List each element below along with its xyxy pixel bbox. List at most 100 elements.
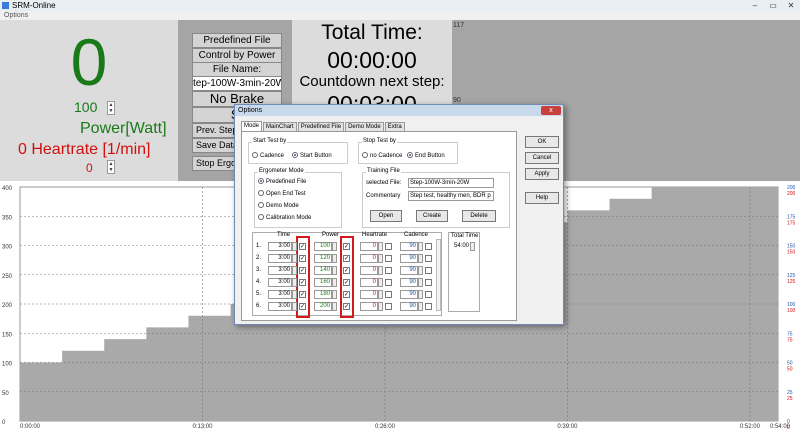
heartrate-cell[interactable]: 0	[360, 290, 378, 299]
time-checkbox[interactable]: ✓	[299, 291, 306, 298]
mode-predefined-file-radio[interactable]: Predefined File	[258, 178, 306, 186]
prev-step-button[interactable]: Prev. Step	[192, 123, 237, 138]
time-cell[interactable]: 3:00	[268, 302, 292, 311]
power-cell[interactable]: 160	[314, 278, 332, 287]
apply-button[interactable]: Apply	[525, 168, 559, 180]
mode-open-end-radio[interactable]: Open End Test	[258, 190, 306, 198]
open-file-button[interactable]: Open	[370, 210, 402, 222]
mode-calibration-radio[interactable]: Calibration Mode	[258, 214, 311, 222]
heartrate-spinner[interactable]	[378, 302, 383, 311]
stop-end-button-radio[interactable]: End Button	[407, 152, 445, 160]
cadence-cell[interactable]: 90	[400, 278, 418, 287]
time-checkbox[interactable]: ✓	[299, 267, 306, 274]
heartrate-checkbox[interactable]	[385, 291, 392, 298]
heartrate-cell[interactable]: 0	[360, 278, 378, 287]
power-cell[interactable]: 200	[314, 302, 332, 311]
power-spinner[interactable]	[332, 302, 337, 311]
power-spinner[interactable]	[332, 242, 337, 251]
power-cell[interactable]: 140	[314, 266, 332, 275]
heartrate-cell[interactable]: 0	[360, 266, 378, 275]
heartrate-spinner[interactable]	[378, 290, 383, 299]
minimize-icon[interactable]: –	[746, 0, 764, 11]
power-spinner[interactable]	[332, 278, 337, 287]
cadence-checkbox[interactable]	[425, 255, 432, 262]
time-checkbox[interactable]: ✓	[299, 243, 306, 250]
power-spinner[interactable]	[332, 266, 337, 275]
heartrate-checkbox[interactable]	[385, 255, 392, 262]
heartrate-checkbox[interactable]	[385, 279, 392, 286]
heartrate-checkbox[interactable]	[385, 243, 392, 250]
tab-predefined-file[interactable]: Predefined File	[297, 122, 345, 131]
predefined-file-button[interactable]: Predefined File	[192, 33, 282, 48]
heartrate-cell[interactable]: 0	[360, 242, 378, 251]
heartrate-checkbox[interactable]	[385, 267, 392, 274]
tab-mainchart[interactable]: MainChart	[263, 122, 297, 131]
time-spinner[interactable]	[292, 278, 297, 287]
tab-demo-mode[interactable]: Demo Mode	[345, 122, 384, 131]
cadence-spinner[interactable]	[418, 302, 423, 311]
cadence-cell[interactable]: 90	[400, 266, 418, 275]
power-checkbox[interactable]: ✓	[343, 279, 350, 286]
cadence-spinner[interactable]	[418, 290, 423, 299]
close-icon[interactable]: ✕	[782, 0, 800, 11]
cadence-spinner[interactable]	[418, 278, 423, 287]
time-cell[interactable]: 3:00	[268, 242, 292, 251]
power-spinner[interactable]	[332, 254, 337, 263]
time-checkbox[interactable]: ✓	[299, 303, 306, 310]
heartrate-spinner[interactable]	[378, 278, 383, 287]
power-checkbox[interactable]: ✓	[343, 243, 350, 250]
time-cell[interactable]: 3:00	[268, 278, 292, 287]
delete-file-button[interactable]: Delete	[462, 210, 496, 222]
power-cell[interactable]: 120	[314, 254, 332, 263]
power-spinner[interactable]	[332, 290, 337, 299]
time-spinner[interactable]	[292, 254, 297, 263]
time-cell[interactable]: 3:00	[268, 290, 292, 299]
cancel-button[interactable]: Cancel	[525, 152, 559, 164]
heartrate-spinner[interactable]	[378, 242, 383, 251]
file-name-field[interactable]: tep-100W-3min-20W	[192, 76, 282, 91]
heartrate-spinner[interactable]	[378, 266, 383, 275]
time-spinner[interactable]	[292, 242, 297, 251]
stop-ergo-button[interactable]: Stop Ergo	[192, 156, 237, 171]
time-cell[interactable]: 3:00	[268, 266, 292, 275]
power-setpoint-spinner[interactable]: ▲ ▼	[107, 101, 115, 115]
start-by-cadence-radio[interactable]: Cadence	[252, 152, 284, 160]
cadence-cell[interactable]: 90	[400, 254, 418, 263]
time-checkbox[interactable]: ✓	[299, 255, 306, 262]
time-checkbox[interactable]: ✓	[299, 279, 306, 286]
start-by-button-radio[interactable]: Start Button	[292, 152, 332, 160]
heartrate-checkbox[interactable]	[385, 303, 392, 310]
time-spinner[interactable]	[292, 302, 297, 311]
cadence-spinner[interactable]	[418, 254, 423, 263]
selected-file-field[interactable]: Step-100W-3min-20W	[408, 178, 494, 188]
heartrate-spinner[interactable]: ▲ ▼	[107, 160, 115, 174]
menu-options[interactable]: Options	[4, 12, 28, 19]
help-button[interactable]: Help	[525, 192, 559, 204]
dialog-close-icon[interactable]: x	[541, 106, 561, 115]
time-spinner[interactable]	[292, 266, 297, 275]
time-spinner[interactable]	[292, 290, 297, 299]
save-data-button[interactable]: Save Data	[192, 138, 237, 153]
commentary-field[interactable]: Step test, healthy men, BDR p	[408, 191, 494, 201]
stop-no-cadence-radio[interactable]: no Cadence	[362, 152, 402, 160]
cadence-cell[interactable]: 90	[400, 242, 418, 251]
cadence-checkbox[interactable]	[425, 243, 432, 250]
cadence-spinner[interactable]	[418, 266, 423, 275]
table-scrollbar[interactable]	[436, 239, 441, 311]
power-cell[interactable]: 100	[314, 242, 332, 251]
power-cell[interactable]: 180	[314, 290, 332, 299]
cadence-checkbox[interactable]	[425, 291, 432, 298]
heartrate-cell[interactable]: 0	[360, 254, 378, 263]
heartrate-spinner[interactable]	[378, 254, 383, 263]
cadence-checkbox[interactable]	[425, 279, 432, 286]
mode-demo-radio[interactable]: Demo Mode	[258, 202, 299, 210]
time-cell[interactable]: 3:00	[268, 254, 292, 263]
cadence-cell[interactable]: 90	[400, 302, 418, 311]
maximize-icon[interactable]: ▭	[764, 0, 782, 11]
cadence-spinner[interactable]	[418, 242, 423, 251]
cadence-checkbox[interactable]	[425, 267, 432, 274]
create-file-button[interactable]: Create	[416, 210, 448, 222]
total-time-spinner[interactable]	[470, 242, 475, 251]
control-by-power-button[interactable]: Control by Power	[192, 48, 282, 63]
tab-extra[interactable]: Extra	[384, 122, 405, 131]
